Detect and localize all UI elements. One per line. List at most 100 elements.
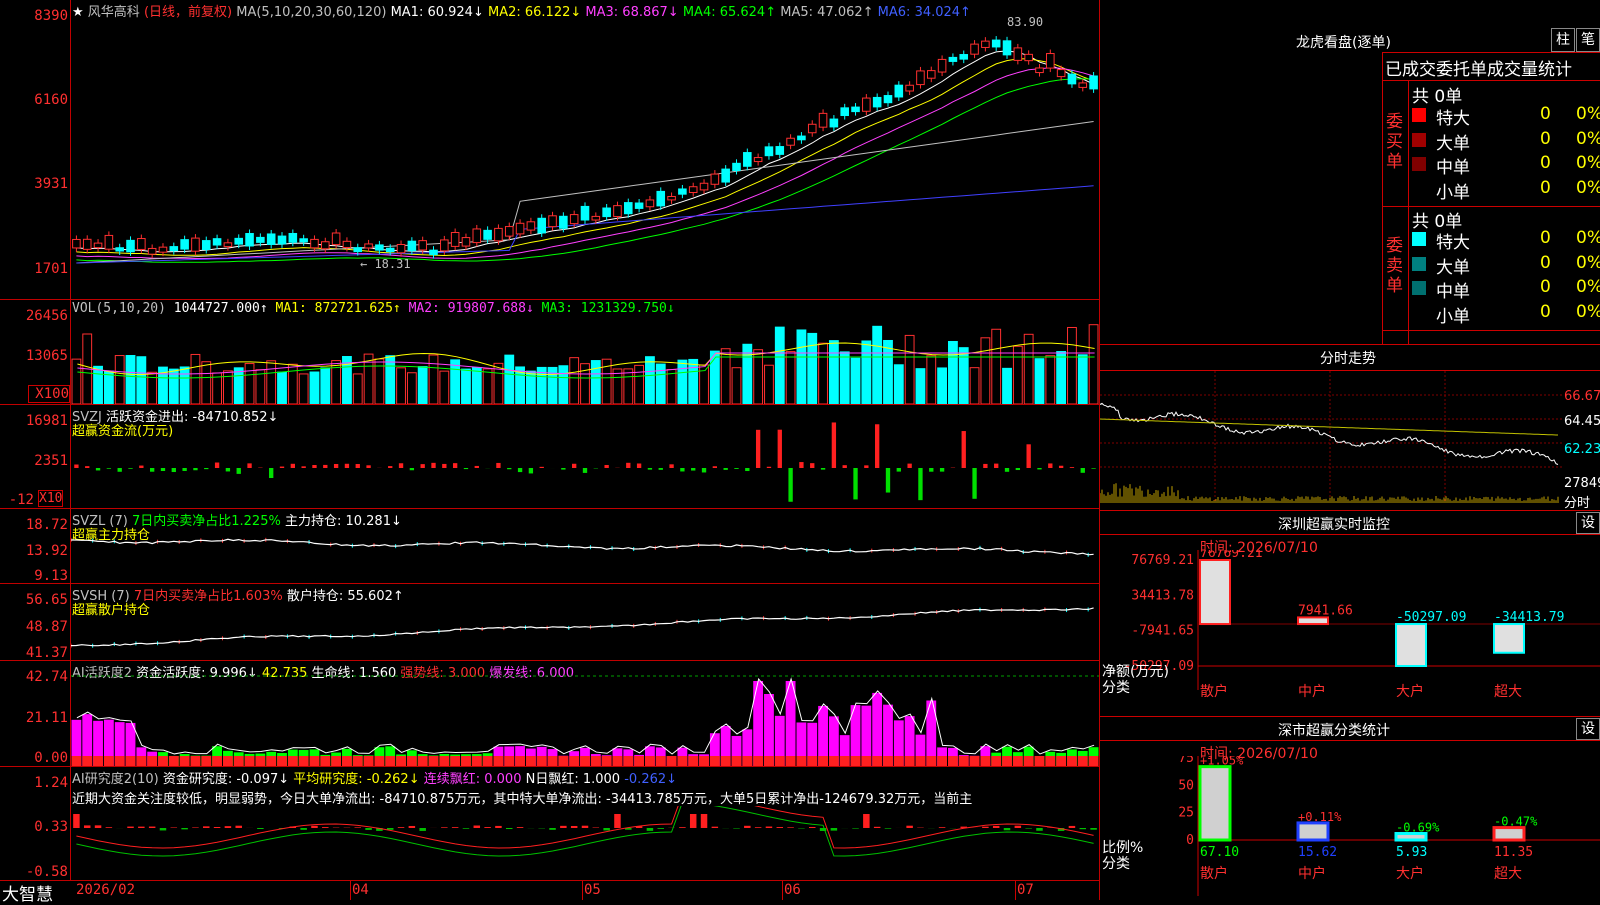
activity-base-bar	[883, 756, 893, 766]
research-bar	[506, 828, 512, 829]
sz-stat-settings-button[interactable]: 设	[1576, 718, 1600, 740]
order-stat-row: 大单 0 0%	[1410, 129, 1600, 153]
volume-bar	[840, 352, 849, 404]
order-pct: 0%	[1576, 253, 1600, 273]
fund-flow-bar	[399, 463, 403, 468]
activity-base-bar	[699, 756, 709, 766]
monitor-ylabel: 净额(万元)	[1102, 664, 1169, 680]
fund-flow-bar	[918, 468, 922, 500]
candle	[451, 233, 459, 247]
volume-bar	[505, 355, 514, 404]
ai-active-chart[interactable]	[71, 670, 1099, 766]
svzl-axis-label: 13.92	[0, 543, 68, 559]
stat-value-label: 5.93	[1396, 845, 1427, 860]
intraday-avg-line	[1100, 419, 1558, 435]
candle	[711, 174, 719, 184]
fund-flow-bar	[334, 464, 338, 468]
activity-base-bar	[732, 756, 742, 766]
research-bar	[106, 827, 112, 828]
activity-base-bar	[569, 756, 579, 766]
candle	[819, 113, 827, 127]
price-candlestick-chart[interactable]	[71, 18, 1099, 299]
ai-research-chart[interactable]	[71, 806, 1099, 880]
sell-orders-label: 委卖单	[1386, 236, 1404, 296]
candle	[159, 247, 167, 252]
order-type-label: 小单	[1436, 302, 1470, 327]
monitor-value-label: 7941.66	[1298, 603, 1353, 618]
ma-line	[76, 122, 1093, 264]
volume-bar	[591, 361, 600, 404]
date-label: 06	[784, 882, 801, 898]
volume-bar	[949, 342, 958, 404]
sz-stat-chart[interactable]: 7550250+1.05%67.10散户+0.11%15.62中户-0.69%5…	[1100, 756, 1600, 900]
research-bar	[300, 828, 306, 830]
candle	[278, 236, 286, 244]
candle	[495, 228, 503, 240]
intraday-axis-label: 62.23	[1564, 442, 1600, 457]
research-bar	[127, 827, 133, 828]
research-bar	[766, 827, 772, 828]
main-chart-area[interactable]: ★ 风华高科 (日线，前复权) MA(5,10,20,30,60,120) MA…	[0, 0, 1100, 900]
sz-stat-title: 深市超赢分类统计	[1278, 720, 1390, 740]
research-bar	[906, 826, 912, 828]
research-bar	[441, 827, 447, 828]
activity-base-bar	[667, 756, 677, 766]
color-swatch	[1412, 182, 1426, 196]
activity-base-bar	[742, 756, 752, 766]
volume-bar	[1057, 352, 1066, 404]
candle	[332, 233, 340, 245]
research-bar	[831, 828, 837, 831]
candle	[408, 241, 416, 250]
order-count: 0	[1540, 129, 1551, 149]
research-bar	[365, 828, 371, 830]
activity-base-bar	[894, 756, 904, 766]
research-bar	[1036, 828, 1042, 831]
volume-bar	[808, 333, 817, 404]
main-holding-chart[interactable]	[71, 530, 1099, 583]
fund-flow-chart[interactable]	[71, 420, 1099, 508]
volume-bar	[884, 340, 893, 404]
volume-bar	[245, 364, 254, 404]
research-bar	[484, 827, 490, 828]
brand-label[interactable]: 大智慧	[2, 880, 53, 905]
intraday-chart[interactable]	[1100, 371, 1562, 503]
candle	[982, 41, 990, 47]
volume-bar	[797, 330, 806, 404]
activity-base-bar	[418, 756, 428, 766]
sz-monitor-settings-button[interactable]: 设	[1576, 512, 1600, 534]
activity-base-bar	[245, 756, 255, 766]
order-type-label: 特大	[1436, 228, 1470, 253]
bar-view-button[interactable]: 柱	[1551, 28, 1575, 52]
sz-monitor-chart[interactable]: 76769.2134413.78-7941.65-50297.0976769.2…	[1100, 550, 1600, 716]
candle	[224, 243, 232, 247]
retail-holding-chart[interactable]	[71, 600, 1099, 660]
fund-flow-bar	[745, 468, 749, 471]
volume-bar	[386, 356, 395, 404]
candle	[1025, 54, 1033, 60]
fund-flow-bar	[410, 468, 414, 470]
activity-bar	[753, 681, 763, 766]
candle	[927, 71, 935, 79]
candle	[754, 158, 762, 162]
volume-bar	[72, 359, 81, 404]
order-count: 0	[1540, 153, 1551, 173]
tick-view-button[interactable]: 笔	[1576, 28, 1600, 52]
intraday-axis-label: 64.45	[1564, 414, 1600, 429]
volume-bar	[1068, 327, 1077, 404]
svzj-axis-unit: X10	[38, 490, 63, 507]
stat-value-label: 15.62	[1298, 845, 1337, 860]
activity-base-bar	[385, 756, 395, 766]
activity-base-bar	[158, 756, 168, 766]
volume-bar	[104, 371, 113, 404]
activity-base-bar	[439, 756, 449, 766]
fund-flow-bar	[540, 467, 544, 468]
volume-bar	[440, 371, 449, 404]
color-swatch	[1412, 157, 1426, 171]
activity-bar	[872, 693, 882, 766]
stat-axis-label: 0	[1186, 833, 1194, 848]
intraday-panel[interactable]: 分时走势 66.67 64.45 62.23 27849 分时	[1100, 344, 1600, 510]
activity-base-bar	[126, 756, 136, 766]
volume-bar-chart[interactable]	[71, 316, 1099, 404]
research-bar	[560, 826, 566, 828]
longhu-panel: 龙虎看盘(逐单) 柱 笔 已成交委托单成交量统计 委买单 共 0单 特大 0 0…	[1100, 0, 1600, 344]
